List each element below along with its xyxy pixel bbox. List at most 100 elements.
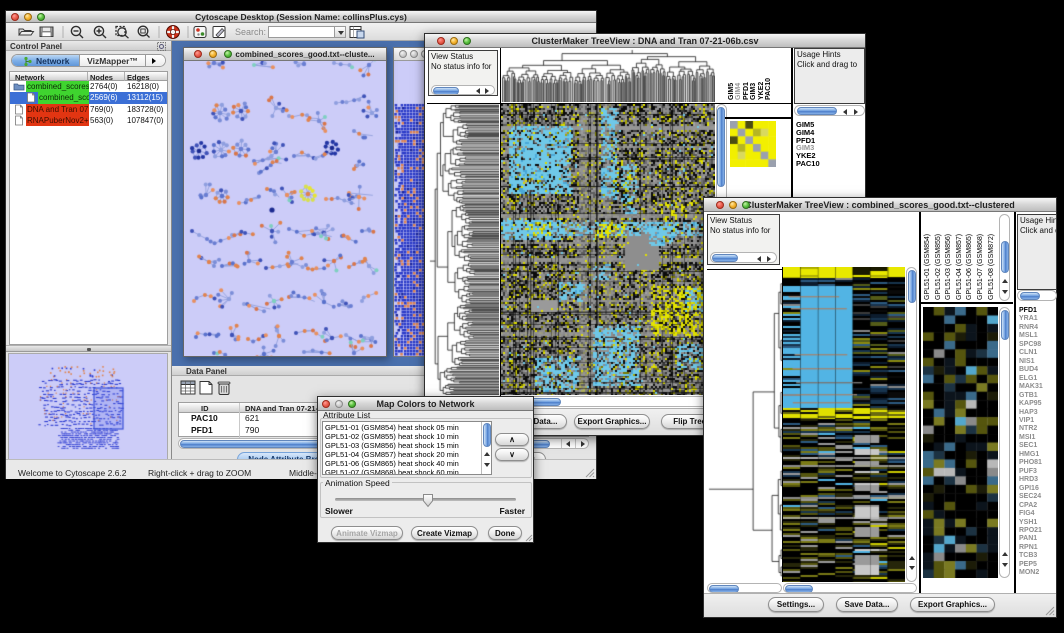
tv1-labels-hscroll[interactable]	[794, 105, 865, 116]
attribute-list-item[interactable]: GPL51-01 (GSM854) heat shock 05 min	[325, 423, 459, 432]
tv2-zoom-vscroll[interactable]	[999, 307, 1010, 578]
panel-splitter[interactable]	[6, 345, 171, 352]
tv2-heatmap[interactable]	[783, 267, 905, 582]
scroll-arrow-icon[interactable]	[843, 109, 847, 115]
zoom-button[interactable]	[742, 201, 750, 209]
tab-vizmapper[interactable]: VizMapper™	[80, 55, 146, 66]
scrollbar-thumb[interactable]	[785, 585, 813, 593]
save-data-button[interactable]: Save Data...	[836, 597, 898, 612]
minimize-button[interactable]	[209, 50, 217, 58]
treeview1-titlebar[interactable]: ClusterMaker TreeView : DNA and Tran 07-…	[425, 34, 865, 48]
attribute-list[interactable]: GPL51-01 (GSM854) heat shock 05 minGPL51…	[322, 421, 492, 475]
minimize-button[interactable]	[410, 50, 418, 58]
scroll-arrow-icon[interactable]	[757, 256, 761, 262]
network-table-row[interactable]: combined_sco2569(6)13112(15)	[10, 92, 167, 103]
network-table-row[interactable]: RNAPuberNov2+N563(0)107847(0)	[10, 115, 167, 126]
scroll-arrow-icon[interactable]	[909, 566, 915, 570]
scroll-arrow-icon[interactable]	[1002, 563, 1008, 567]
close-button[interactable]	[437, 37, 445, 45]
delete-attribute-icon[interactable]	[218, 382, 230, 395]
minimize-button[interactable]	[729, 201, 737, 209]
search-config-icon[interactable]	[348, 23, 368, 41]
tv2-status-scrollbar[interactable]	[710, 252, 777, 263]
tv2-zoom-heatmap[interactable]	[923, 307, 998, 578]
scrollbar-thumb[interactable]	[433, 87, 459, 95]
scroll-arrow-icon[interactable]	[909, 556, 915, 560]
tv2-vscroll[interactable]	[906, 267, 917, 582]
tv2-labels-hscroll[interactable]	[1017, 290, 1057, 301]
tv1-zoom-heatmap[interactable]	[730, 121, 776, 167]
attribute-list-item[interactable]: GPL51-06 (GSM865) heat shock 40 min	[325, 459, 459, 468]
zoom-out-icon[interactable]	[71, 26, 83, 38]
tv1-status-scrollbar[interactable]	[431, 85, 495, 95]
scrollbar-thumb[interactable]	[712, 254, 738, 262]
tv1-row-dendrogram[interactable]	[428, 104, 499, 395]
scroll-arrow-icon[interactable]	[484, 452, 490, 456]
tv2-labels-vscroll[interactable]	[999, 214, 1010, 301]
close-button[interactable]	[194, 50, 202, 58]
annotation-icon[interactable]	[213, 27, 225, 38]
scroll-arrow-icon[interactable]	[566, 441, 570, 447]
create-vizmap-button[interactable]: Create Vizmap	[411, 526, 478, 540]
zoom-button[interactable]	[463, 37, 471, 45]
export-graphics-button[interactable]: Export Graphics...	[910, 597, 995, 612]
attribute-list-item[interactable]: GPL51-02 (GSM855) heat shock 10 min	[325, 432, 459, 441]
scrollbar-thumb[interactable]	[1001, 241, 1009, 273]
move-up-button[interactable]: ∧	[495, 433, 529, 446]
zoom-fit-icon[interactable]	[138, 26, 149, 37]
close-button[interactable]	[716, 201, 724, 209]
tv2-row-dendrogram[interactable]	[707, 269, 782, 579]
move-down-button[interactable]: ∨	[495, 448, 529, 461]
dialog-resize-grip[interactable]	[525, 534, 533, 542]
close-button[interactable]	[11, 13, 19, 21]
zoom-button[interactable]	[37, 13, 45, 21]
scrollbar-thumb[interactable]	[797, 107, 837, 115]
scroll-arrow-icon[interactable]	[484, 463, 490, 467]
node-palette-icon[interactable]	[194, 27, 206, 38]
export-graphics-button[interactable]: Export Graphics...	[574, 414, 650, 429]
attribute-list-item[interactable]: GPL51-04 (GSM857) heat shock 20 min	[325, 450, 459, 459]
scrollbar-thumb[interactable]	[1001, 310, 1009, 340]
tv1-heatmap[interactable]	[501, 104, 715, 395]
tab-overflow[interactable]	[146, 55, 165, 66]
search-dropdown-button[interactable]	[334, 26, 346, 38]
open-folder-icon[interactable]	[19, 29, 34, 35]
tv2-dendro-hscroll[interactable]	[707, 583, 782, 593]
attr-column-header[interactable]: ID	[201, 404, 209, 413]
treeview2-titlebar[interactable]: ClusterMaker TreeView : combined_scores_…	[704, 198, 1056, 212]
zoom-button[interactable]	[224, 50, 232, 58]
tv2-main-hscroll[interactable]	[783, 583, 917, 593]
scrollbar-thumb[interactable]	[483, 423, 491, 447]
minimize-button[interactable]	[450, 37, 458, 45]
float-panel-icon[interactable]	[157, 42, 166, 51]
scroll-arrow-icon[interactable]	[581, 441, 585, 447]
close-button[interactable]	[322, 400, 330, 408]
attribute-table-icon[interactable]	[181, 381, 195, 394]
save-icon[interactable]	[40, 27, 53, 37]
scroll-arrow-icon[interactable]	[854, 109, 858, 115]
dialog-titlebar[interactable]: Map Colors to Network	[318, 397, 533, 411]
scroll-arrow-icon[interactable]	[767, 256, 771, 262]
new-attribute-icon[interactable]	[200, 382, 212, 395]
scroll-arrow-icon[interactable]	[1002, 290, 1008, 294]
zoom-button[interactable]	[348, 400, 356, 408]
network1-titlebar[interactable]: combined_scores_good.txt--cluste...	[184, 48, 386, 61]
zoom-in-icon[interactable]	[94, 26, 106, 38]
network-table-row[interactable]: DNA and Tran 07769(0)183728(0)	[10, 104, 167, 115]
scrollbar-thumb[interactable]	[1020, 292, 1040, 300]
attribute-list-item[interactable]: GPL51-03 (GSM856) heat shock 15 min	[325, 441, 459, 450]
help-lifering-icon[interactable]	[167, 26, 180, 39]
done-button[interactable]: Done	[488, 526, 522, 540]
birdseye-view[interactable]	[8, 353, 168, 460]
network-table-row[interactable]: combined_scores2764(0)16218(0)	[10, 81, 167, 92]
scroll-arrow-icon[interactable]	[1002, 279, 1008, 283]
scrollbar-thumb[interactable]	[709, 585, 739, 593]
close-button[interactable]	[399, 50, 407, 58]
animate-vizmap-button[interactable]: Animate Vizmap	[331, 526, 403, 540]
scroll-arrow-icon[interactable]	[476, 88, 480, 94]
scrollbar-thumb[interactable]	[717, 107, 725, 187]
zoom-selected-icon[interactable]	[116, 27, 129, 39]
tv1-column-dendrogram[interactable]	[501, 48, 715, 102]
resize-grip[interactable]	[585, 468, 595, 478]
settings-button[interactable]: Settings...	[768, 597, 824, 612]
